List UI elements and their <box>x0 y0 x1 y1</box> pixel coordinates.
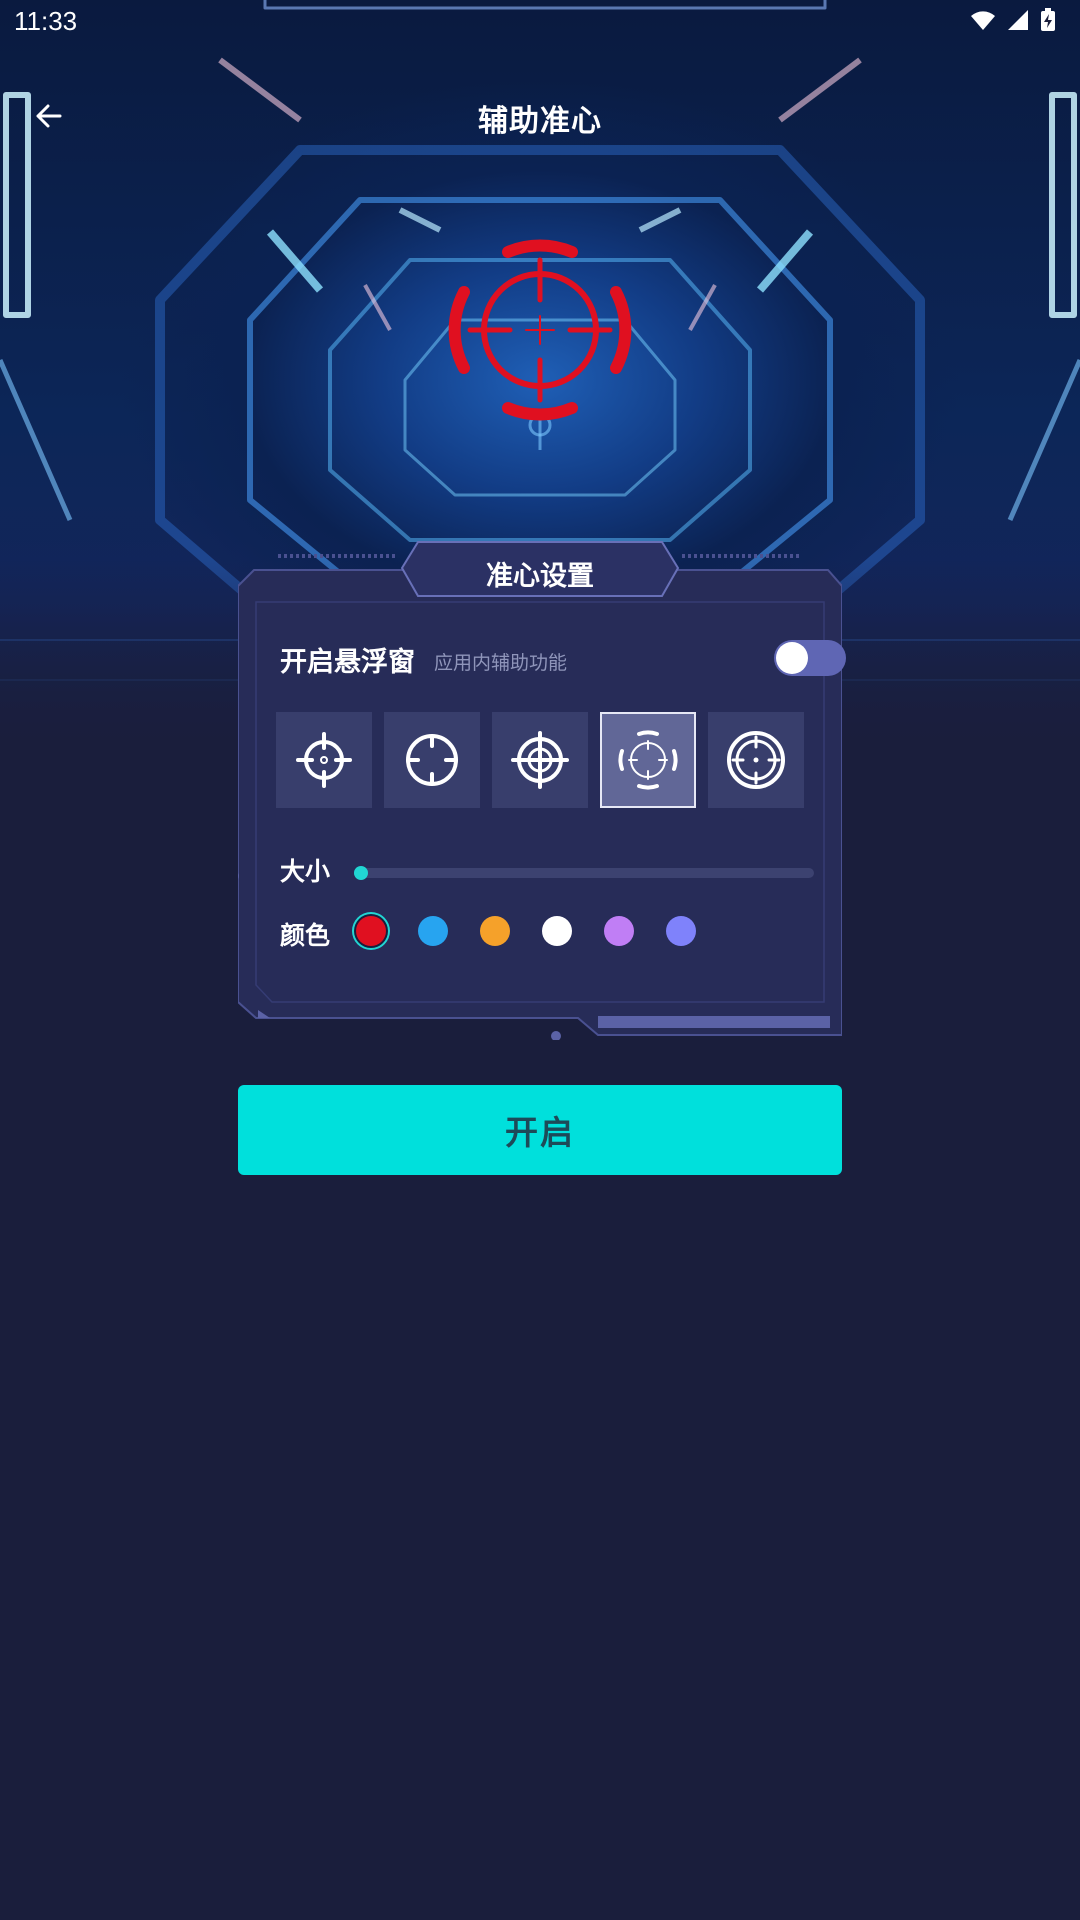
crosshair-style-option-2[interactable] <box>384 712 480 808</box>
crosshair-style-option-1[interactable] <box>276 712 372 808</box>
floating-window-label: 开启悬浮窗 <box>280 647 415 678</box>
size-slider[interactable] <box>354 868 814 878</box>
panel-title: 准心设置 <box>486 561 594 592</box>
color-row: 颜色 <box>280 910 820 954</box>
wifi-icon <box>970 9 996 35</box>
color-swatch-1[interactable] <box>356 916 386 946</box>
color-swatch-3[interactable] <box>480 916 510 946</box>
crosshair-preview <box>440 230 640 430</box>
crosshair-circle-icon <box>406 734 458 786</box>
color-swatch-6[interactable] <box>666 916 696 946</box>
crosshair-double-ring-icon <box>511 731 569 789</box>
crosshair-target-icon <box>727 731 785 789</box>
screen: 11:33 辅助准心 准心设置 开启悬浮窗 应用内辅助功能 大小 颜色 开启 <box>0 0 1080 1920</box>
crosshair-style-list <box>276 712 816 808</box>
toggle-knob <box>776 642 808 674</box>
crosshair-bracket-ring-icon <box>618 730 678 790</box>
color-swatch-5[interactable] <box>604 916 634 946</box>
page-title: 辅助准心 <box>478 104 602 139</box>
crosshair-dot-icon <box>296 732 352 788</box>
crosshair-bracket-ring-icon <box>448 239 632 421</box>
size-label: 大小 <box>280 857 331 886</box>
start-button[interactable]: 开启 <box>238 1085 842 1175</box>
color-label: 颜色 <box>280 921 331 950</box>
settings-panel: 准心设置 开启悬浮窗 应用内辅助功能 大小 颜色 <box>238 540 846 1040</box>
status-time: 11:33 <box>14 6 78 36</box>
floating-window-toggle[interactable] <box>774 640 846 676</box>
size-slider-thumb[interactable] <box>354 866 368 880</box>
floating-window-row: 开启悬浮窗 应用内辅助功能 <box>280 640 846 684</box>
crosshair-style-option-5[interactable] <box>708 712 804 808</box>
color-swatch-4[interactable] <box>542 916 572 946</box>
crosshair-style-option-3[interactable] <box>492 712 588 808</box>
size-row: 大小 <box>280 852 820 892</box>
floating-window-sublabel: 应用内辅助功能 <box>434 652 568 674</box>
status-icons <box>970 8 1056 36</box>
crosshair-style-option-4[interactable] <box>600 712 696 808</box>
color-swatch-2[interactable] <box>418 916 448 946</box>
signal-icon <box>1006 9 1030 35</box>
battery-charging-icon <box>1040 8 1056 36</box>
status-bar: 11:33 <box>0 0 1080 44</box>
